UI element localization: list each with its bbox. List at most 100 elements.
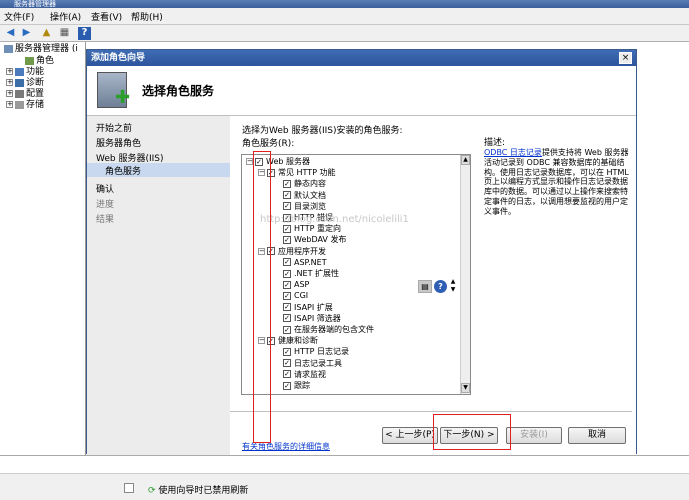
install-button: 安装(I): [506, 427, 562, 444]
close-button[interactable]: ×: [619, 52, 632, 64]
print-icon[interactable]: ▤: [418, 280, 432, 293]
checkbox[interactable]: ✓: [283, 269, 291, 278]
toolbar: ◀ ▶ ▲ ▦ ?: [0, 25, 689, 42]
tree-row-label: ISAPI 扩展: [294, 302, 333, 312]
tree-row-label: 请求监视: [294, 369, 326, 379]
up-folder-icon[interactable]: ▲: [40, 27, 53, 40]
scroll-box: [124, 483, 134, 493]
console-tree: 服务器管理器 (i 角色 + 功能 + 诊断 + 配置 + 存储: [0, 42, 86, 455]
step-server-roles[interactable]: 服务器角色: [96, 136, 141, 149]
checkbox[interactable]: ✓: [283, 202, 291, 211]
divider: [230, 411, 632, 412]
checkbox[interactable]: ✓: [283, 258, 291, 267]
expand-icon[interactable]: +: [6, 79, 13, 86]
tree-row[interactable]: ✓ ISAPI 筛选器: [274, 313, 341, 324]
step-results: 结果: [96, 215, 115, 225]
checkbox[interactable]: ✓: [283, 303, 291, 312]
tree-row-label: 在服务器端的包含文件: [294, 325, 374, 334]
tree-row-label: ASP: [294, 280, 310, 290]
tree-row[interactable]: ✓ 跟踪: [274, 380, 310, 391]
tree-row-label: 健康和诊断: [278, 336, 318, 346]
description-title: 描述:: [484, 138, 506, 148]
tree-item-storage[interactable]: + 存储: [6, 100, 44, 111]
scroll-down-icon[interactable]: ▼: [461, 383, 470, 393]
menu-file[interactable]: 文件(F): [4, 10, 34, 23]
tree-row[interactable]: ✓ 默认文档: [274, 190, 326, 201]
checkbox[interactable]: ✓: [283, 325, 291, 334]
tree-row-label: HTTP 重定向: [294, 224, 342, 234]
tree-item-diagnostics[interactable]: + 诊断: [6, 78, 44, 89]
tree-row-label: HTTP 日志记录: [294, 347, 350, 357]
tree-row-label: .NET 扩展性: [294, 269, 340, 278]
checkbox[interactable]: ✓: [283, 370, 291, 379]
tree-row[interactable]: ✓ CGI: [274, 290, 308, 301]
configuration-icon: [15, 89, 24, 98]
menu-view[interactable]: 查看(V): [91, 10, 122, 23]
tree-row[interactable]: ✓ 日志记录工具: [274, 358, 342, 369]
tree-row[interactable]: ✓ ASP.NET: [274, 257, 327, 268]
tree-root[interactable]: 服务器管理器 (i: [4, 44, 78, 55]
add-plus-icon: ✚: [115, 87, 131, 108]
step-role-services[interactable]: 角色服务: [105, 164, 141, 177]
forward-arrow-icon[interactable]: ▶: [20, 27, 33, 40]
menu-help[interactable]: 帮助(H): [131, 10, 163, 23]
tree-row-label: 日志记录工具: [294, 358, 342, 368]
checkbox[interactable]: ✓: [283, 381, 291, 390]
checkbox[interactable]: ✓: [283, 359, 291, 368]
status-bar: ⟳ 使用向导时已禁用刷新: [0, 455, 689, 500]
expand-icon[interactable]: +: [6, 68, 13, 75]
instruction-text: 选择为Web 服务器(IIS)安装的角色服务:: [242, 126, 403, 136]
tree-row[interactable]: ✓ 目录浏览: [274, 201, 326, 212]
tree-row[interactable]: ✓ WebDAV 发布: [274, 234, 346, 245]
help-icon[interactable]: ?: [434, 280, 447, 293]
tree-row[interactable]: ✓ 静态内容: [274, 178, 326, 189]
checkbox[interactable]: ✓: [283, 191, 291, 200]
scroll-up-icon[interactable]: ▲: [461, 155, 470, 165]
step-before-you-begin[interactable]: 开始之前: [96, 121, 132, 134]
storage-icon: [15, 100, 24, 109]
tree-row-label: ISAPI 筛选器: [294, 313, 341, 323]
menu-action[interactable]: 操作(A): [50, 10, 81, 23]
tree-item-features[interactable]: + 功能: [6, 67, 44, 78]
page-title: 选择角色服务: [142, 84, 215, 98]
checkbox[interactable]: ✓: [283, 224, 291, 233]
tree-row-label: 应用程序开发: [278, 246, 326, 256]
wizard-steps: 开始之前 服务器角色 Web 服务器(IIS) 角色服务 确认 进度 结果: [87, 116, 230, 455]
add-roles-wizard: 添加角色向导 × ✚ 选择角色服务 开始之前 服务器角色 Web 服务器(IIS…: [86, 49, 637, 455]
checkbox[interactable]: ✓: [283, 314, 291, 323]
checkbox[interactable]: ✓: [283, 280, 291, 289]
help-icon[interactable]: ?: [78, 27, 91, 40]
checkbox[interactable]: ✓: [283, 179, 291, 188]
tree-scrollbar[interactable]: ▲ ▼: [460, 155, 470, 394]
odbc-logging-link[interactable]: ODBC 日志记录: [484, 148, 542, 157]
tree-row[interactable]: ✓ 请求监视: [274, 369, 326, 380]
role-services-tree[interactable]: − ✓ Web 服务器 − ✓ 常见 HTTP 功能 ✓ 静态内容 ✓ 默认文档 ✓ 目录浏览 ✓ HTT…: [241, 154, 471, 395]
tree-row[interactable]: ✓ 在服务器端的包含文件: [274, 324, 374, 335]
window-title-bar: 服务器管理器: [0, 0, 689, 8]
roles-icon: [25, 56, 34, 65]
previous-button[interactable]: < 上一步(P): [382, 427, 438, 444]
tree-row[interactable]: ✓ ISAPI 扩展: [274, 302, 333, 313]
annotation-box-next: [433, 414, 511, 450]
tree-row-label: 静态内容: [294, 179, 326, 189]
show-hide-tree-icon[interactable]: ▦: [58, 27, 71, 40]
collapse-icon[interactable]: −: [246, 158, 253, 165]
tree-row[interactable]: ✓ ASP: [274, 279, 309, 290]
expand-icon[interactable]: +: [6, 101, 13, 108]
tree-row-label: 目录浏览: [294, 201, 326, 211]
tree-row[interactable]: ✓ HTTP 日志记录: [274, 346, 349, 357]
tree-item-roles[interactable]: 角色: [25, 56, 54, 67]
wizard-content: 选择为Web 服务器(IIS)安装的角色服务: 角色服务(R): − ✓ Web 服…: [230, 116, 636, 455]
tree-row-label: 跟踪: [294, 381, 310, 390]
checkbox[interactable]: ✓: [283, 347, 291, 356]
expand-icon[interactable]: +: [6, 90, 13, 97]
tree-row[interactable]: ✓ .NET 扩展性: [274, 268, 339, 279]
watermark: http://blog.csdn.net/nicolelili1: [260, 214, 409, 225]
spinner-icon[interactable]: ▲ ▼: [449, 278, 457, 294]
checkbox[interactable]: ✓: [283, 235, 291, 244]
back-arrow-icon[interactable]: ◀: [4, 27, 17, 40]
step-confirmation[interactable]: 确认: [96, 182, 114, 195]
tree-item-configuration[interactable]: + 配置: [6, 89, 44, 100]
checkbox[interactable]: ✓: [283, 291, 291, 300]
cancel-button[interactable]: 取消: [568, 427, 626, 444]
